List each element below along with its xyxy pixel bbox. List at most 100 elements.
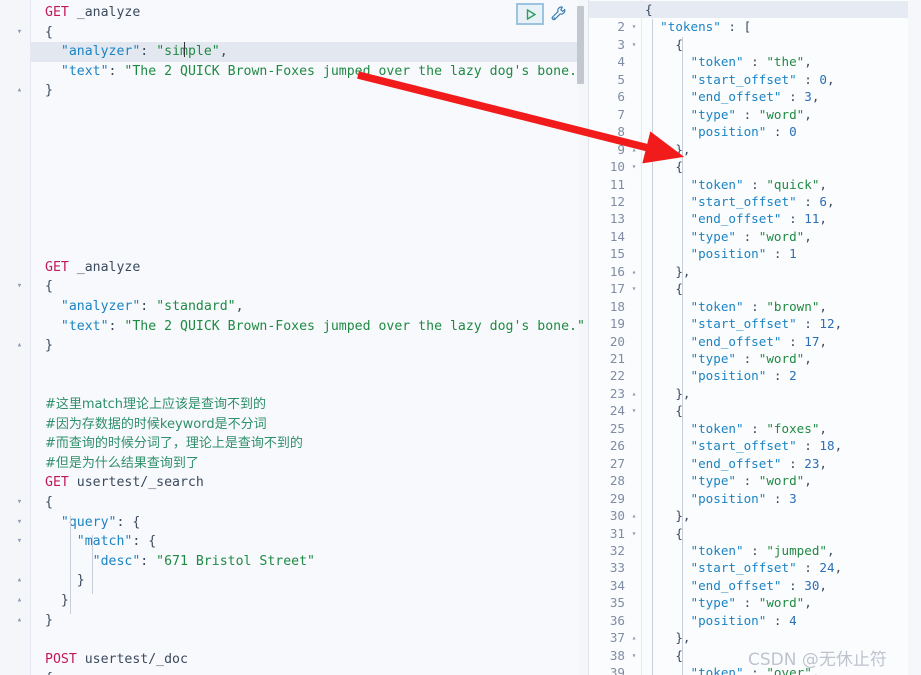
fold-expand-icon[interactable]: ▴ [14, 575, 25, 586]
fold-expand-icon[interactable]: ▴ [14, 85, 25, 96]
response-line[interactable]: "position" : 1 [645, 245, 797, 262]
editor-line[interactable]: #因为存数据的时候keyword是不分词 [45, 415, 267, 435]
fold-expand-icon[interactable]: ▴ [14, 615, 25, 626]
response-line[interactable]: { [645, 1, 653, 18]
editor-line[interactable]: #但是为什么结果查询到了 [45, 454, 199, 474]
response-line[interactable]: "type" : "word", [645, 228, 812, 245]
editor-line[interactable]: GET _analyze [45, 3, 140, 23]
editor-line[interactable]: #这里match理论上应该是查询不到的 [45, 395, 266, 415]
editor-line[interactable]: "text": "The 2 QUICK Brown-Foxes jumped … [45, 62, 585, 82]
response-line-number: 34 [609, 577, 625, 593]
editor-line[interactable]: GET usertest/_search [45, 473, 204, 493]
response-line[interactable]: "position" : 0 [645, 123, 797, 140]
code-token: "desc" [92, 553, 141, 569]
editor-line[interactable]: "match": { [45, 532, 156, 552]
response-line[interactable]: "start_offset" : 12, [645, 315, 843, 332]
response-line[interactable]: "start_offset" : 0, [645, 71, 835, 88]
editor-line[interactable]: { [45, 669, 53, 675]
editor-line[interactable]: "text": "The 2 QUICK Brown-Foxes jumped … [45, 317, 585, 337]
response-line[interactable]: "token" : "brown", [645, 298, 828, 315]
response-line[interactable]: "type" : "word", [645, 350, 812, 367]
fold-collapse-icon[interactable]: ▾ [629, 280, 639, 297]
response-line[interactable]: "token" : "the", [645, 53, 812, 70]
fold-expand-icon[interactable]: ▴ [629, 141, 639, 158]
response-line[interactable]: "tokens" : [ [645, 18, 751, 35]
response-line[interactable]: { [645, 525, 683, 542]
response-line[interactable]: { [645, 647, 683, 664]
response-line[interactable]: "end_offset" : 17, [645, 333, 828, 350]
fold-collapse-icon[interactable]: ▾ [629, 525, 639, 542]
fold-expand-icon[interactable]: ▴ [629, 629, 639, 646]
fold-collapse-icon[interactable]: ▾ [629, 158, 639, 175]
editor-line[interactable]: #而查询的时候分词了，理论上是查询不到的 [45, 434, 303, 454]
response-line[interactable]: "start_offset" : 24, [645, 559, 843, 576]
response-line[interactable]: "position" : 3 [645, 490, 797, 507]
json-token: : [766, 368, 790, 384]
editor-line[interactable]: "analyzer": "simple", [45, 42, 228, 62]
json-token: 0 [819, 71, 827, 87]
fold-expand-icon[interactable]: ▴ [14, 595, 25, 606]
response-line[interactable]: "type" : "word", [645, 472, 812, 489]
response-line[interactable]: "end_offset" : 11, [645, 210, 828, 227]
response-line[interactable]: { [645, 280, 683, 297]
fold-collapse-icon[interactable]: ▾ [14, 517, 25, 528]
fold-collapse-icon[interactable]: ▾ [14, 27, 25, 38]
json-token: 23 [804, 455, 820, 471]
response-line[interactable]: "end_offset" : 30, [645, 577, 828, 594]
response-line[interactable]: "token" : "jumped", [645, 542, 835, 559]
response-code-area[interactable]: { "tokens" : [ { "token" : "the", "start… [589, 0, 908, 675]
fold-collapse-icon[interactable]: ▾ [14, 281, 25, 292]
response-line[interactable]: "end_offset" : 23, [645, 455, 828, 472]
response-line-number: 6 [617, 89, 625, 105]
response-line[interactable]: "token" : "foxes", [645, 420, 828, 437]
editor-code-area[interactable]: GET _analyze{ "analyzer": "simple", "tex… [30, 0, 585, 675]
editor-line[interactable]: { [45, 493, 53, 513]
response-line-number: 35 [609, 595, 625, 611]
editor-scrollbar-track[interactable] [577, 0, 586, 675]
editor-scrollbar-thumb[interactable] [577, 6, 584, 84]
fold-expand-icon[interactable]: ▴ [629, 385, 639, 402]
json-token: "token" [690, 176, 744, 192]
editor-line[interactable]: } [45, 591, 69, 611]
response-line[interactable]: { [645, 402, 683, 419]
response-line[interactable]: "token" : "quick", [645, 176, 828, 193]
editor-line[interactable]: { [45, 277, 53, 297]
editor-line[interactable]: POST usertest/_doc [45, 650, 188, 670]
fold-collapse-icon[interactable]: ▾ [14, 497, 25, 508]
response-line-number: 13 [609, 211, 625, 227]
editor-line[interactable]: "analyzer": "standard", [45, 297, 244, 317]
response-line[interactable]: { [645, 36, 683, 53]
response-line[interactable]: "position" : 2 [645, 367, 797, 384]
json-token: "type" [690, 595, 737, 611]
editor-line[interactable]: { [45, 23, 53, 43]
editor-line[interactable]: } [45, 81, 53, 101]
fold-collapse-icon[interactable]: ▾ [629, 402, 639, 419]
response-line[interactable]: { [645, 158, 683, 175]
fold-expand-icon[interactable]: ▴ [14, 340, 25, 351]
editor-line[interactable]: } [45, 611, 53, 631]
play-triangle-icon [526, 8, 536, 20]
wrench-settings-button[interactable] [548, 4, 570, 24]
response-line[interactable]: "token" : "over", [645, 664, 820, 675]
response-line[interactable]: "type" : "word", [645, 594, 812, 611]
fold-expand-icon[interactable]: ▴ [629, 507, 639, 524]
response-line[interactable]: "start_offset" : 6, [645, 193, 835, 210]
run-request-button[interactable] [516, 3, 544, 25]
fold-collapse-icon[interactable]: ▾ [14, 536, 25, 547]
response-line[interactable]: "start_offset" : 18, [645, 437, 843, 454]
fold-collapse-icon[interactable]: ▾ [629, 36, 639, 53]
fold-collapse-icon[interactable]: ▾ [629, 647, 639, 664]
fold-expand-icon[interactable]: ▴ [629, 263, 639, 280]
response-line[interactable]: "end_offset" : 3, [645, 88, 820, 105]
response-line[interactable]: "type" : "word", [645, 106, 812, 123]
response-line[interactable]: "position" : 4 [645, 612, 797, 629]
editor-line[interactable]: "query": { [45, 513, 140, 533]
code-token: } [45, 83, 53, 99]
editor-line[interactable]: } [45, 571, 85, 591]
fold-collapse-icon[interactable]: ▾ [629, 18, 639, 35]
response-line-number: 12 [609, 193, 625, 209]
editor-line[interactable]: } [45, 336, 53, 356]
editor-line[interactable]: GET _analyze [45, 258, 140, 278]
editor-line[interactable]: "desc": "671 Bristol Street" [45, 552, 315, 572]
code-token: "analyzer" [60, 44, 141, 60]
